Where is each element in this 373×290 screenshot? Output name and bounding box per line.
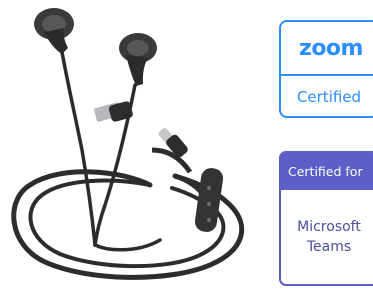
zoom-logo: zoom [299,35,363,61]
teams-certified-for-label: Certified for [288,164,363,179]
teams-badge-header: Certified for [281,153,373,190]
left-earbud-wire [60,50,162,252]
zoom-logo-area: zoom [281,22,373,76]
zoom-certified-label: Certified [296,88,362,106]
teams-microsoft-label: Microsoft [297,219,361,235]
teams-badge-body: Microsoft Teams [281,190,373,284]
zoom-cert-area: Certified [281,76,373,116]
product-image [11,8,245,280]
right-earbud [119,33,157,86]
inline-remote [174,168,224,232]
usb-c-connector [151,128,193,174]
teams-certified-badge: Certified for Microsoft Teams [279,151,373,286]
zoom-certified-badge: zoom Certified [279,20,373,118]
left-earbud [34,8,74,54]
teams-teams-label: Teams [306,239,352,255]
